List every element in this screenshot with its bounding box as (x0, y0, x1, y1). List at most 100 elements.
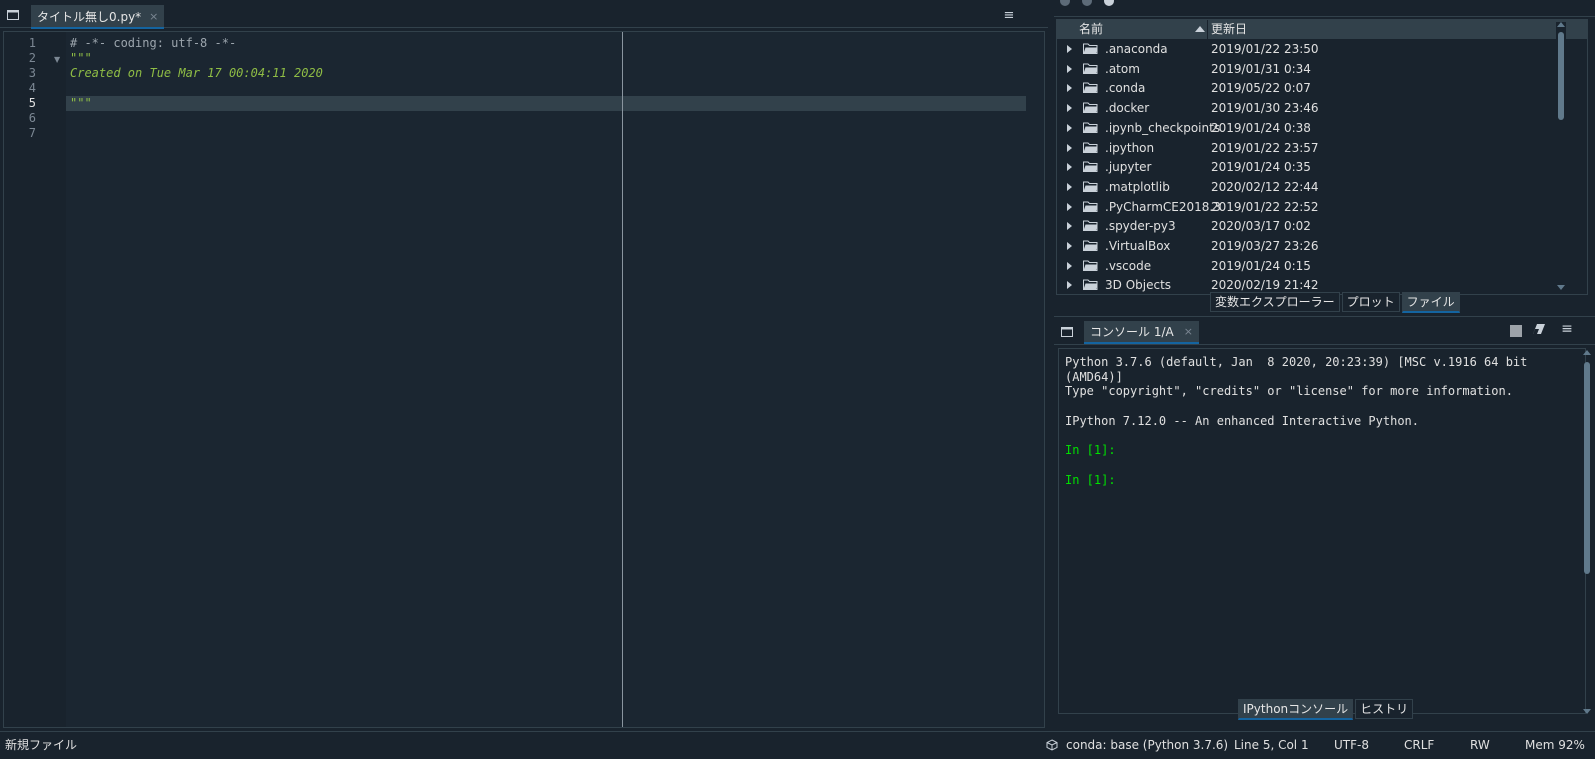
file-modified-date: 2019/01/30 23:46 (1211, 101, 1319, 116)
editor-tabbar: タイトル無し0.py* × ≡ (0, 3, 1048, 29)
editor-pane: タイトル無し0.py* × ≡ 1234567 ▼ # -*- coding: … (0, 0, 1048, 731)
expand-arrow-icon[interactable] (1067, 242, 1072, 250)
file-explorer-pane: 名前 更新日 .anaconda 2019/01/22 23:50 .atom 201… (1054, 0, 1595, 320)
editor-options-menu-icon[interactable]: ≡ (998, 4, 1020, 26)
console-options-menu-icon[interactable]: ≡ (1556, 321, 1578, 341)
console-tab[interactable]: コンソール 1/A × (1084, 321, 1199, 344)
scrollbar-thumb[interactable] (1584, 362, 1590, 574)
scrollbar-thumb[interactable] (1558, 32, 1564, 120)
parent-directory-icon[interactable] (1104, 0, 1114, 6)
undock-pane-icon[interactable] (2, 4, 24, 26)
stop-kernel-icon[interactable] (1510, 325, 1522, 337)
eraser-icon[interactable] (1530, 323, 1548, 339)
code-editor[interactable]: 1234567 ▼ # -*- coding: utf-8 -*- """ Crea… (3, 31, 1045, 728)
file-row[interactable]: .conda 2019/05/22 0:07 (1057, 78, 1587, 98)
console-output-line: IPython 7.12.0 -- An enhanced Interactiv… (1065, 413, 1420, 428)
expand-arrow-icon[interactable] (1067, 123, 1072, 132)
scroll-up-icon[interactable] (1583, 350, 1591, 355)
editor-tab-label: タイトル無し0.py* (37, 9, 142, 24)
sort-ascending-icon (1195, 26, 1205, 32)
column-divider[interactable] (1207, 20, 1208, 39)
line-number: 5 (28, 96, 36, 110)
pane-tab[interactable]: IPythonコンソール (1238, 699, 1354, 720)
file-modified-date: 2019/01/22 23:50 (1211, 42, 1319, 56)
file-name: .docker (1105, 101, 1150, 116)
pane-tab[interactable]: ヒストリ (1355, 699, 1414, 719)
pane-tab[interactable]: ファイル (1401, 292, 1460, 313)
line-number: 7 (28, 126, 36, 140)
line-number: 1 (28, 36, 36, 50)
scroll-down-icon[interactable] (1583, 709, 1591, 714)
expand-arrow-icon[interactable] (1067, 222, 1072, 231)
file-row[interactable]: .anaconda 2019/01/22 23:50 (1057, 39, 1587, 59)
pane-tab[interactable]: 変数エクスプローラー (1210, 292, 1340, 312)
file-tree-table[interactable]: 名前 更新日 .anaconda 2019/01/22 23:50 .atom 201… (1056, 19, 1588, 295)
console-prompt: In [1]: (1065, 472, 1116, 487)
console-tab-label: コンソール 1/A (1090, 325, 1174, 339)
file-row[interactable]: .VirtualBox 2019/03/27 23:26 (1057, 236, 1587, 256)
folder-icon (1083, 142, 1098, 153)
file-name: .vscode (1105, 258, 1152, 273)
console-scrollbar[interactable] (1582, 350, 1592, 714)
expand-arrow-icon[interactable] (1067, 202, 1072, 211)
expand-arrow-icon[interactable] (1067, 163, 1072, 172)
expand-arrow-icon[interactable] (1067, 261, 1072, 270)
expand-arrow-icon[interactable] (1067, 104, 1072, 113)
file-row[interactable]: .matplotlib 2020/02/12 22:44 (1057, 177, 1587, 197)
file-modified-date: 2019/01/22 23:57 (1211, 140, 1319, 155)
file-row[interactable]: .PyCharmCE2018.3 2019/01/22 22:52 (1057, 197, 1587, 217)
file-row[interactable]: .docker 2019/01/30 23:46 (1057, 98, 1587, 118)
file-encoding: UTF-8 (1334, 738, 1369, 752)
file-name: .spyder-py3 (1105, 219, 1176, 234)
folder-icon (1083, 102, 1098, 114)
file-row[interactable]: .spyder-py3 2020/03/17 0:02 (1057, 216, 1587, 236)
editor-file-tab[interactable]: タイトル無し0.py* × (31, 5, 165, 29)
file-row[interactable]: .ipynb_checkpoints 2019/01/24 0:38 (1057, 118, 1587, 138)
file-row[interactable]: .atom 2019/01/31 0:34 (1057, 59, 1587, 79)
file-name: .anaconda (1105, 42, 1168, 56)
folder-icon (1083, 279, 1098, 291)
file-row[interactable]: .ipython 2019/01/22 23:57 (1057, 138, 1587, 158)
file-name: .ipython (1105, 140, 1155, 155)
file-row[interactable]: .jupyter 2019/01/24 0:35 (1057, 157, 1587, 177)
lower-right-tabbar: IPythonコンソール ヒストリ (1238, 699, 1414, 720)
undock-pane-icon[interactable] (1056, 321, 1078, 343)
scroll-up-icon[interactable] (1557, 22, 1565, 27)
column-header-name[interactable]: 名前 (1079, 20, 1103, 39)
current-line-highlight (66, 96, 1026, 111)
expand-arrow-icon[interactable] (1067, 143, 1072, 152)
code-line: """ (70, 51, 92, 65)
file-list-scrollbar[interactable] (1556, 22, 1566, 290)
expand-arrow-icon[interactable] (1067, 182, 1072, 191)
back-icon[interactable] (1060, 0, 1070, 6)
forward-icon[interactable] (1082, 0, 1092, 6)
line-number: 4 (28, 81, 36, 95)
ipython-console-output[interactable]: Python 3.7.6 (default, Jan 8 2020, 20:23… (1058, 348, 1586, 714)
edge-line-marker (622, 32, 623, 727)
expand-arrow-icon[interactable] (1067, 64, 1072, 73)
status-bar: 新規ファイル conda: base (Python 3.7.6) Line 5… (0, 731, 1595, 759)
file-name: .VirtualBox (1105, 239, 1171, 253)
expand-arrow-icon[interactable] (1067, 45, 1072, 53)
expand-arrow-icon[interactable] (1067, 281, 1072, 290)
folder-icon (1083, 161, 1098, 173)
close-icon[interactable]: × (1184, 325, 1193, 338)
cursor-position: Line 5, Col 1 (1234, 738, 1309, 752)
line-endings: CRLF (1404, 738, 1435, 752)
conda-environment: conda: base (Python 3.7.6) (1066, 738, 1229, 752)
file-toolbar (1054, 0, 1595, 17)
code-text-area[interactable]: # -*- coding: utf-8 -*- """ Created on Tue… (66, 32, 1044, 727)
pane-tab[interactable]: プロット (1341, 292, 1400, 312)
folder-icon (1083, 82, 1098, 94)
file-row[interactable]: .vscode 2019/01/24 0:15 (1057, 256, 1587, 276)
line-number-gutter: 1234567 (4, 32, 66, 727)
console-tabbar: コンソール 1/A × ≡ (1054, 320, 1595, 345)
file-name: .atom (1105, 61, 1140, 76)
memory-usage: Mem 92% (1525, 738, 1585, 752)
close-icon[interactable]: × (149, 10, 158, 23)
fold-arrow-icon[interactable]: ▼ (54, 55, 60, 64)
scroll-down-icon[interactable] (1557, 285, 1565, 290)
file-name: .jupyter (1105, 160, 1152, 175)
column-header-modified[interactable]: 更新日 (1211, 20, 1247, 39)
expand-arrow-icon[interactable] (1067, 84, 1072, 93)
